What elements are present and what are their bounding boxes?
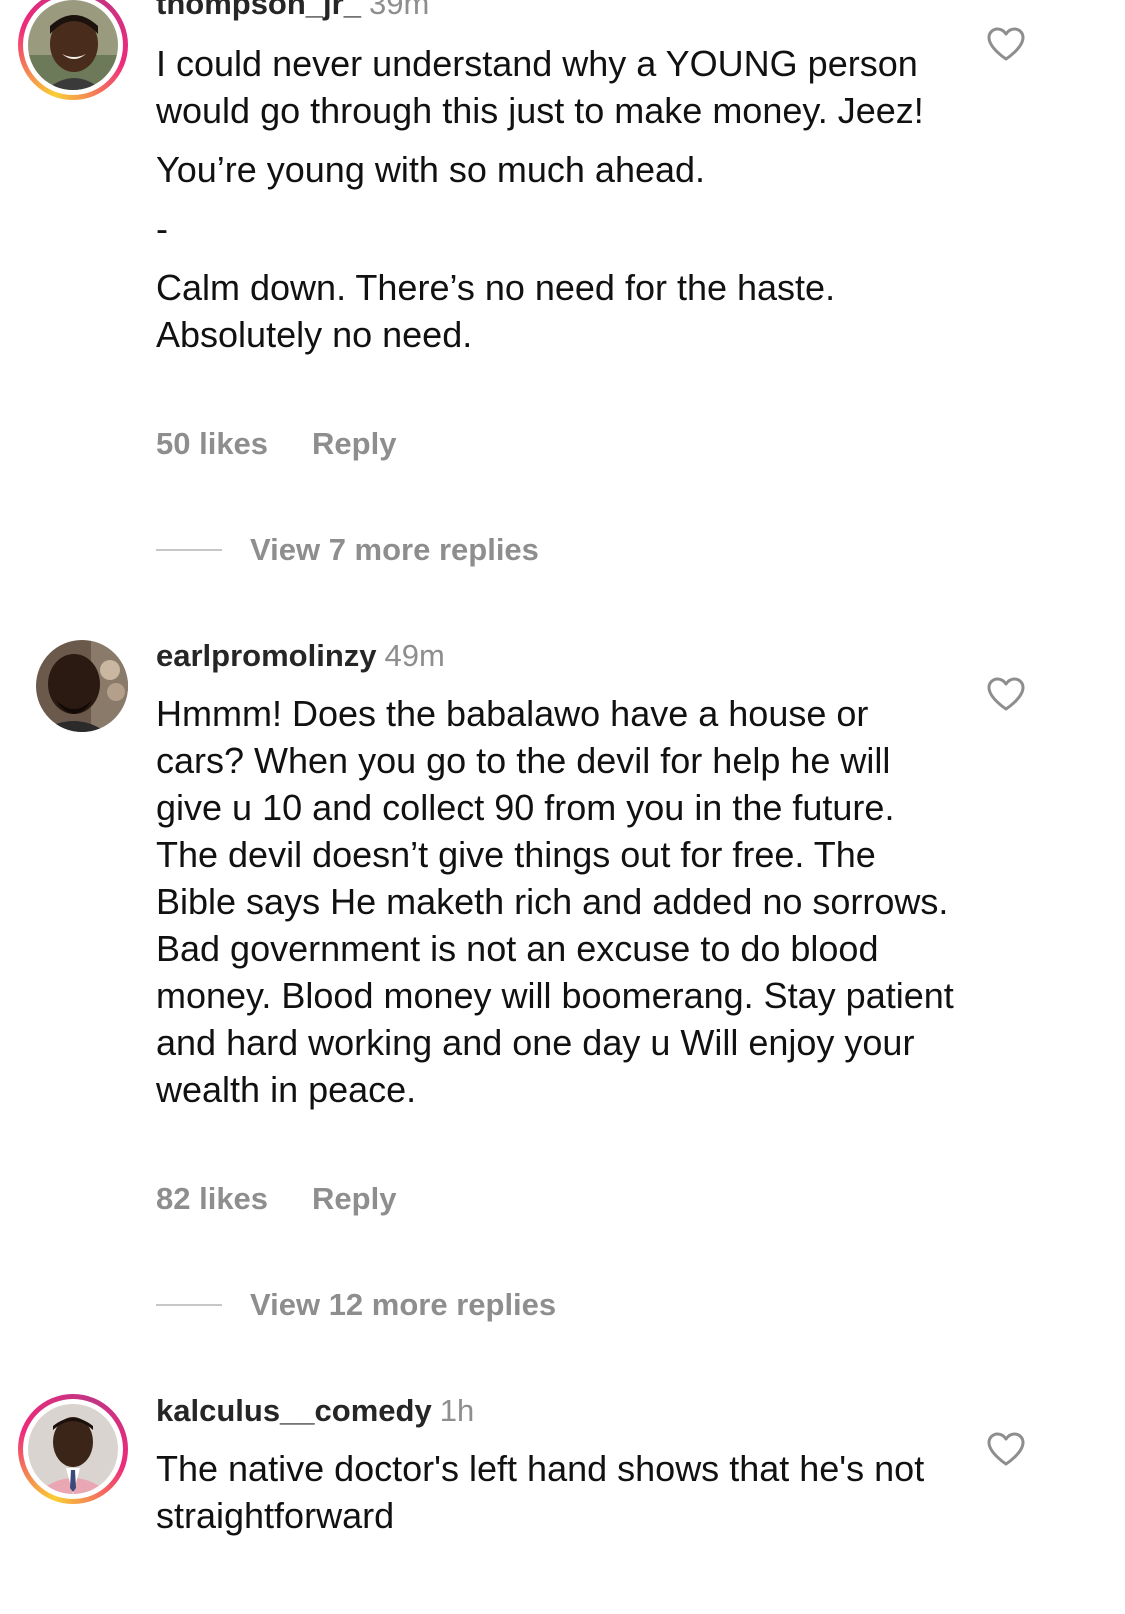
reply-button[interactable]: Reply [312,1181,396,1216]
comment-text: I could never understand why a YOUNG per… [156,40,956,358]
username[interactable]: kalculus__comedy [156,1393,432,1428]
comment-actions: 82 likes Reply [156,1181,396,1217]
view-replies-label: View 7 more replies [250,532,539,567]
timestamp: 1h [439,1393,475,1428]
heart-outline-icon[interactable] [986,676,1026,712]
likes-count[interactable]: 50 likes [156,426,268,461]
comment-paragraph: You’re young with so much ahead. [156,149,706,190]
comment-actions: 50 likes Reply [156,426,396,462]
comment-header: earlpromolinzy 49m [156,636,445,676]
avatar-photo [28,0,118,90]
avatar[interactable] [36,640,128,732]
avatar[interactable] [28,0,118,90]
replies-divider [156,1304,222,1306]
replies-divider [156,549,222,551]
heart-outline-icon[interactable] [986,26,1026,62]
avatar-story-ring[interactable] [18,0,128,100]
comment-paragraph: The native doctor's left hand shows that… [156,1448,925,1536]
comment-text: The native doctor's left hand shows that… [156,1445,956,1539]
view-replies-button[interactable]: View 7 more replies [156,532,539,568]
view-replies-label: View 12 more replies [250,1287,557,1322]
timestamp: 39m [368,0,430,21]
view-replies-button[interactable]: View 12 more replies [156,1287,556,1323]
likes-count[interactable]: 82 likes [156,1181,268,1216]
comment-text: Hmmm! Does the babalawo have a house or … [156,690,956,1113]
username[interactable]: earlpromolinzy [156,638,377,673]
username[interactable]: thompson_jr_ [156,0,361,21]
comment-paragraph: I could never understand why a YOUNG per… [156,43,924,131]
avatar[interactable] [28,1404,118,1494]
comment-paragraph: Calm down. There’s no need for the haste… [156,267,836,355]
reply-button[interactable]: Reply [312,426,396,461]
avatar-photo [28,1404,118,1494]
heart-outline-icon[interactable] [986,1431,1026,1467]
comment-paragraph: - [156,208,168,249]
comment-header: thompson_jr_ 39m [156,0,429,24]
comment-header: kalculus__comedy 1h [156,1391,474,1431]
timestamp: 49m [384,638,445,673]
comment-paragraph: Hmmm! Does the babalawo have a house or … [156,693,954,1110]
avatar-story-ring[interactable] [18,1394,128,1504]
avatar-photo [36,640,128,732]
